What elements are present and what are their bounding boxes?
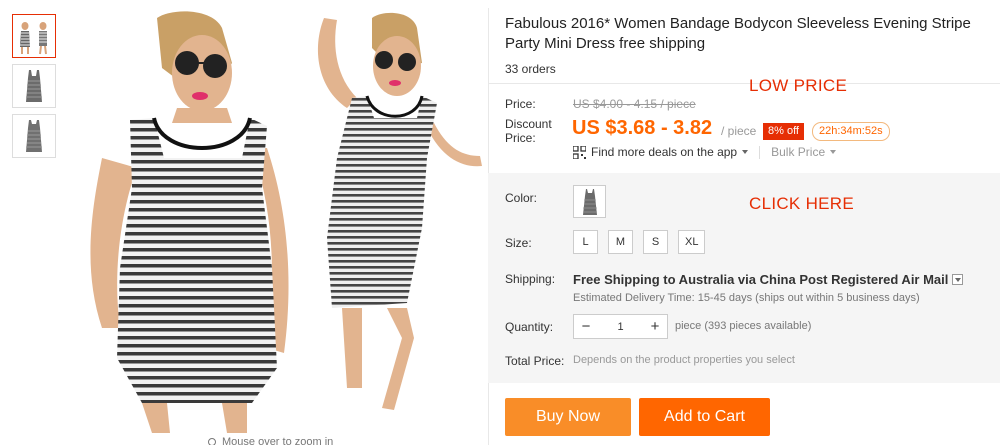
- size-option-s[interactable]: S: [643, 230, 668, 254]
- product-title: Fabulous 2016* Women Bandage Bodycon Sle…: [505, 15, 971, 52]
- chevron-down-icon: [830, 150, 837, 154]
- quantity-input[interactable]: 1: [598, 321, 643, 333]
- increment-button[interactable]: +: [643, 315, 667, 338]
- dress-swatch-image: [582, 188, 597, 215]
- low-price-annotation: LOW PRICE: [749, 76, 848, 95]
- thumbnail-list: [12, 14, 56, 164]
- product-header: Fabulous 2016* Women Bandage Bodycon Sle…: [505, 14, 995, 76]
- total-price-label: Total Price:: [505, 354, 565, 368]
- shipping-method-text: Free Shipping to Australia via China Pos…: [573, 272, 949, 287]
- add-to-cart-button[interactable]: Add to Cart: [639, 398, 770, 436]
- original-price: US $4.00 - 4.15 / piece: [573, 97, 696, 111]
- find-deals-link[interactable]: Find more deals on the app: [591, 145, 737, 159]
- bulk-price-label: Bulk Price: [771, 145, 826, 159]
- size-option-l[interactable]: L: [573, 230, 598, 254]
- quantity-available: piece (393 pieces available): [675, 320, 812, 332]
- quantity-stepper: − 1 +: [573, 314, 668, 339]
- main-product-image[interactable]: [62, 8, 486, 433]
- header-divider: [488, 83, 1000, 84]
- delivery-estimate: Estimated Delivery Time: 15-45 days (shi…: [573, 292, 920, 304]
- thumbnail-1[interactable]: [12, 14, 56, 58]
- discount-badge: 8% off: [763, 123, 804, 140]
- bulk-price-dropdown[interactable]: Bulk Price: [771, 145, 837, 159]
- size-option-m[interactable]: M: [608, 230, 633, 254]
- dress-back-thumbnail: [14, 116, 54, 156]
- orders-count: 33 orders: [505, 62, 556, 76]
- size-label: Size:: [505, 236, 532, 250]
- zoom-hint: Mouse over to zoom in: [208, 436, 333, 445]
- total-price-note: Depends on the product properties you se…: [573, 354, 795, 366]
- separator: [759, 145, 761, 159]
- quantity-label: Quantity:: [505, 320, 554, 334]
- size-option-xl[interactable]: XL: [678, 230, 706, 254]
- thumbnail-2[interactable]: [12, 64, 56, 108]
- chevron-down-icon[interactable]: [742, 150, 749, 154]
- buy-now-button[interactable]: Buy Now: [505, 398, 631, 436]
- discount-label-line1: Discount: [505, 117, 552, 131]
- model-photo: [90, 11, 482, 433]
- color-option-swatch[interactable]: [573, 185, 606, 218]
- discount-price: US $3.68 - 3.82: [572, 117, 713, 139]
- color-label: Color:: [505, 191, 538, 205]
- countdown-timer: 22h:34m:52s: [812, 122, 890, 141]
- chevron-down-icon: [954, 277, 961, 282]
- per-piece-unit: / piece: [721, 124, 757, 138]
- dress-photo-thumbnail: [14, 16, 54, 56]
- size-options: L M S XL: [573, 230, 715, 254]
- qr-code-icon: [573, 145, 586, 159]
- magnifier-icon: [208, 438, 216, 445]
- shipping-label: Shipping:: [505, 272, 556, 286]
- click-here-annotation: CLICK HERE: [749, 194, 855, 213]
- discount-label: Discount Price:: [505, 117, 552, 145]
- decrement-button[interactable]: −: [574, 315, 598, 338]
- deals-row: Find more deals on the app Bulk Price: [573, 145, 837, 159]
- thumbnail-3[interactable]: [12, 114, 56, 158]
- dress-front-thumbnail: [14, 66, 54, 106]
- shipping-method[interactable]: Free Shipping to Australia via China Pos…: [573, 272, 964, 287]
- price-label: Price:: [505, 97, 536, 111]
- zoom-hint-text: Mouse over to zoom in: [222, 436, 334, 445]
- shipping-dropdown-icon[interactable]: [952, 274, 964, 285]
- discount-label-line2: Price:: [505, 131, 536, 145]
